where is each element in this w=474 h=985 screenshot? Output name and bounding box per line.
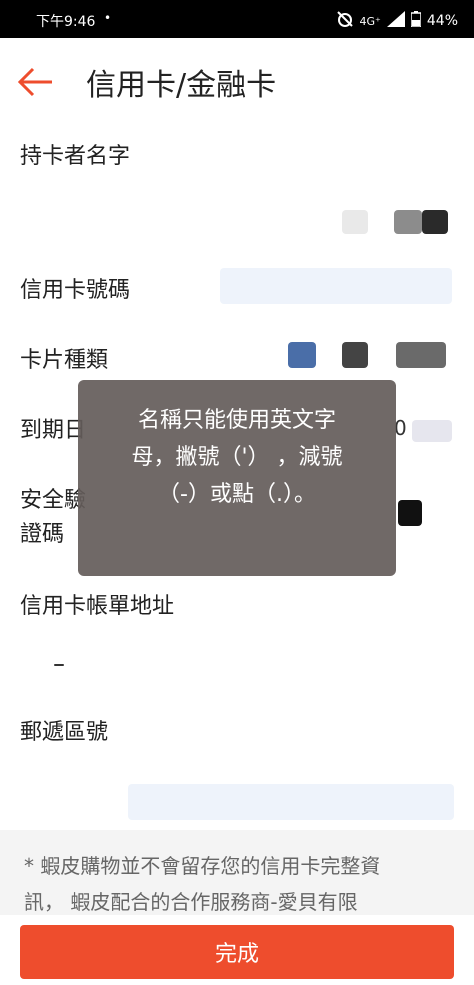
done-button[interactable]: 完成 xyxy=(20,925,454,979)
toast-line-1: 名稱只能使用英文字 xyxy=(137,408,336,433)
billing-address-field[interactable] xyxy=(20,644,454,688)
zip-code-label: 郵遞區號 xyxy=(20,720,109,745)
cardholder-name-row[interactable]: 持卡者名字 xyxy=(0,124,474,257)
notice-line-1: * 蝦皮購物並不會留存您的信用卡完整資 xyxy=(24,854,381,878)
page-title: 信用卡/金融卡 xyxy=(86,68,277,103)
card-type-options[interactable] xyxy=(260,338,456,380)
arrow-left-icon xyxy=(17,67,52,97)
card-type-option-visa[interactable] xyxy=(288,342,316,368)
battery-percent: 44% xyxy=(426,13,458,29)
privacy-notice: * 蝦皮購物並不會留存您的信用卡完整資 訊， 蝦皮配合的合作服務商-愛貝有限 xyxy=(0,830,474,920)
card-number-row[interactable]: 信用卡號碼 xyxy=(0,256,474,327)
card-type-label: 卡片種類 xyxy=(20,348,109,373)
battery-icon xyxy=(410,11,422,31)
validation-toast: 名稱只能使用英文字 母，撇號（'） ，減號 （-）或點（.）。 xyxy=(78,380,396,576)
signal-icon xyxy=(386,11,405,31)
card-type-option-jcb[interactable] xyxy=(396,342,446,368)
redacted-value xyxy=(54,664,64,666)
card-type-option-mastercard[interactable] xyxy=(342,342,368,368)
card-number-label: 信用卡號碼 xyxy=(20,278,131,303)
zip-code-row[interactable]: 郵遞區號 xyxy=(0,698,474,830)
billing-address-row[interactable]: 信用卡帳單地址 xyxy=(0,572,474,699)
toast-line-2: 母，撇號（'） ，減號 xyxy=(131,445,343,470)
status-bar: 下午9:46 • 4G⁺ 44% xyxy=(0,0,474,38)
app-header: 信用卡/金融卡 xyxy=(0,38,474,125)
card-number-field[interactable] xyxy=(220,268,452,304)
expiry-label: 到期日 xyxy=(20,418,87,443)
status-icons: 4G⁺ 44% xyxy=(336,10,458,32)
toast-line-3: （-）或點（.）。 xyxy=(158,482,316,507)
redacted-value xyxy=(342,210,368,234)
bottom-bar: 完成 xyxy=(0,915,474,985)
network-type-label: 4G⁺ xyxy=(359,14,381,28)
back-button[interactable] xyxy=(16,62,56,102)
cardholder-name-label: 持卡者名字 xyxy=(20,144,131,169)
redacted-value xyxy=(394,210,422,234)
cardholder-name-field[interactable] xyxy=(20,194,454,254)
alarm-off-icon xyxy=(336,10,354,32)
status-time: 下午9:46 xyxy=(36,14,96,30)
notification-dot: • xyxy=(104,11,112,25)
redacted-value xyxy=(412,420,452,442)
redacted-value xyxy=(422,210,448,234)
cvv-field[interactable] xyxy=(398,500,422,526)
cvv-label-line2: 證碼 xyxy=(20,522,65,547)
zip-code-field[interactable] xyxy=(128,784,454,820)
billing-address-label: 信用卡帳單地址 xyxy=(20,594,175,619)
cvv-label-line1: 安全驗 xyxy=(20,488,87,513)
